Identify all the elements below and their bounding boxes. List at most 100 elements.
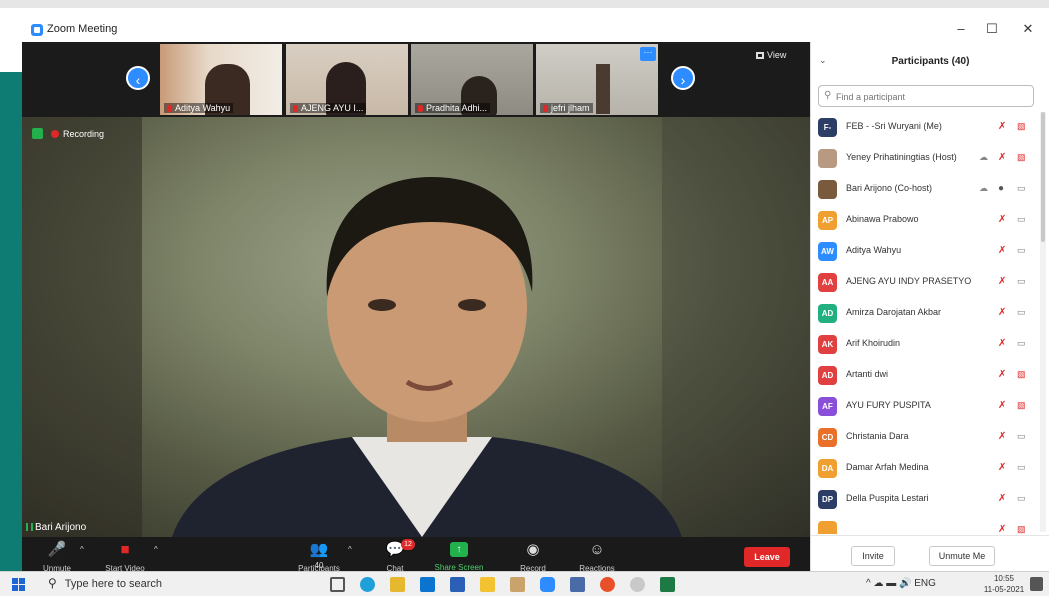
mic-muted-icon: ✗ <box>998 400 1007 411</box>
participant-row[interactable]: Yeney Prihatiningtias (Host) ☁ ✗ ▧ <box>811 143 1039 174</box>
participants-icon: 👥40 <box>309 541 329 571</box>
start-video-button[interactable]: ■ ^ Start Video <box>90 539 160 574</box>
participant-name: Amirza Darojatan Akbar <box>846 307 942 317</box>
unmute-button[interactable]: 🎤 ^ Unmute <box>22 539 92 574</box>
window-title: Zoom Meeting <box>47 23 118 35</box>
chevron-up-icon[interactable]: ^ <box>154 545 158 554</box>
participant-name: AYU FURY PUSPITA <box>846 400 931 410</box>
participant-row[interactable]: AP Abinawa Prabowo ✗ ▭ <box>811 205 1039 236</box>
record-icon: ◉ <box>526 541 540 558</box>
reactions-button[interactable]: ☺ Reactions <box>562 539 632 574</box>
participant-row[interactable]: DP Della Puspita Lestari ✗ ▭ <box>811 484 1039 515</box>
store-icon[interactable] <box>420 577 435 592</box>
chrome-icon[interactable] <box>600 577 615 592</box>
participant-row[interactable]: DA Damar Arfah Medina ✗ ▭ <box>811 453 1039 484</box>
share-screen-icon: ↑ <box>450 542 468 557</box>
close-button[interactable]: ✕ <box>1013 20 1043 38</box>
reactions-icon: ☺ <box>589 541 605 558</box>
recording-label: Recording <box>63 129 105 139</box>
chat-button[interactable]: 💬 12 Chat <box>360 539 430 573</box>
word-icon[interactable] <box>450 577 465 592</box>
mic-muted-icon: ✗ <box>998 276 1007 287</box>
participant-row[interactable]: CD Christania Dara ✗ ▭ <box>811 422 1039 453</box>
video-area: ‹ Aditya Wahyu AJENG AYU I... Pradhita A… <box>22 42 810 579</box>
participant-name: FEB - -Sri Wuryani (Me) <box>846 121 942 131</box>
participant-row[interactable]: AD Artanti dwi ✗ ▧ <box>811 360 1039 391</box>
participant-search[interactable]: ⚲ <box>818 85 1034 107</box>
view-button[interactable]: View <box>756 50 786 60</box>
chevron-up-icon[interactable]: ^ <box>80 545 84 554</box>
search-input[interactable] <box>836 89 1026 104</box>
participant-name: Della Puspita Lestari <box>846 493 929 503</box>
record-button[interactable]: ◉ Record <box>498 539 568 574</box>
avatar <box>818 521 837 534</box>
minimize-button[interactable]: – <box>946 20 976 38</box>
maximize-button[interactable]: ☐ <box>977 20 1007 38</box>
search-icon: ⚲ <box>824 90 832 101</box>
excel-icon[interactable] <box>660 577 675 592</box>
invite-button[interactable]: Invite <box>851 546 895 566</box>
camera-icon: ▭ <box>1017 338 1026 348</box>
participant-row[interactable]: AD Amirza Darojatan Akbar ✗ ▭ <box>811 298 1039 329</box>
clock-time: 10:55 <box>993 574 1015 583</box>
thumbnail-strip: ‹ Aditya Wahyu AJENG AYU I... Pradhita A… <box>22 42 810 117</box>
avatar: AW <box>818 242 837 261</box>
task-view-icon[interactable] <box>330 577 345 592</box>
folder-icon[interactable] <box>480 577 495 592</box>
chevron-up-icon[interactable]: ^ <box>348 545 352 554</box>
prev-page-button[interactable]: ‹ <box>126 66 150 90</box>
participant-row[interactable]: AW Aditya Wahyu ✗ ▭ <box>811 236 1039 267</box>
background-window-edge <box>0 42 22 72</box>
participant-row[interactable]: ✗ ▧ <box>811 515 1039 534</box>
file-explorer-icon[interactable] <box>390 577 405 592</box>
mic-muted-icon: ✗ <box>998 307 1007 318</box>
leave-button[interactable]: Leave <box>744 547 790 567</box>
camera-off-icon: ■ <box>120 541 130 558</box>
participant-row[interactable]: Bari Arijono (Co-host) ☁ ● ▭ <box>811 174 1039 205</box>
participants-button[interactable]: 👥40 ^ Participants <box>284 539 354 574</box>
app-icon[interactable] <box>570 577 585 592</box>
thumbnail-video[interactable]: AJENG AYU I... <box>286 44 408 115</box>
mic-muted-icon: ✗ <box>998 121 1007 132</box>
app-icon[interactable] <box>630 577 645 592</box>
more-options-button[interactable]: ··· <box>640 47 656 61</box>
camera-icon: ▭ <box>1017 183 1026 193</box>
thumbnail-name-label: jefri jlham <box>540 103 593 113</box>
participant-row[interactable]: AA AJENG AYU INDY PRASETYO ✗ ▭ <box>811 267 1039 298</box>
scrollbar[interactable] <box>1040 112 1046 532</box>
chat-badge: 12 <box>401 539 415 550</box>
thumbnail-video[interactable]: Pradhita Adhi... <box>411 44 533 115</box>
avatar <box>818 180 837 199</box>
edge-icon[interactable] <box>360 577 375 592</box>
participant-name: Arif Khoirudin <box>846 338 901 348</box>
unmute-me-button[interactable]: Unmute Me <box>929 546 995 566</box>
next-page-button[interactable]: › <box>671 66 695 90</box>
zoom-taskbar-icon[interactable] <box>540 577 555 592</box>
mic-muted-icon: ✗ <box>998 524 1007 534</box>
recording-indicator[interactable]: Recording <box>32 128 104 139</box>
notifications-icon[interactable] <box>1030 577 1043 591</box>
shield-icon <box>32 128 43 139</box>
system-tray[interactable]: ^ ☁ ▬ 🔊 ENG <box>866 578 936 589</box>
participant-row[interactable]: AF AYU FURY PUSPITA ✗ ▧ <box>811 391 1039 422</box>
thumbnail-video[interactable]: Aditya Wahyu <box>160 44 282 115</box>
paint-icon[interactable] <box>510 577 525 592</box>
taskbar-search[interactable]: ⚲ Type here to search <box>48 576 162 590</box>
participant-row[interactable]: AK Arif Khoirudin ✗ ▭ <box>811 329 1039 360</box>
camera-off-icon: ▧ <box>1017 121 1026 131</box>
signal-icon <box>26 523 33 531</box>
thumbnail-name-label: AJENG AYU I... <box>290 103 367 113</box>
share-screen-button[interactable]: ↑ Share Screen <box>424 539 494 572</box>
thumbnail-name-label: Pradhita Adhi... <box>415 103 491 113</box>
mic-muted-icon: ✗ <box>998 493 1007 504</box>
participant-name: Aditya Wahyu <box>846 245 902 255</box>
participant-row[interactable]: F- FEB - -Sri Wuryani (Me) ✗ ▧ <box>811 112 1039 143</box>
scrollbar-thumb[interactable] <box>1041 112 1045 242</box>
mic-muted-icon: ✗ <box>998 462 1007 473</box>
active-speaker-video <box>22 117 810 537</box>
avatar: DA <box>818 459 837 478</box>
start-button[interactable] <box>12 578 25 591</box>
title-bar: Zoom Meeting – ☐ ✕ <box>0 16 1049 42</box>
clock[interactable]: 10:55 11-05-2021 <box>982 573 1026 595</box>
avatar: AF <box>818 397 837 416</box>
